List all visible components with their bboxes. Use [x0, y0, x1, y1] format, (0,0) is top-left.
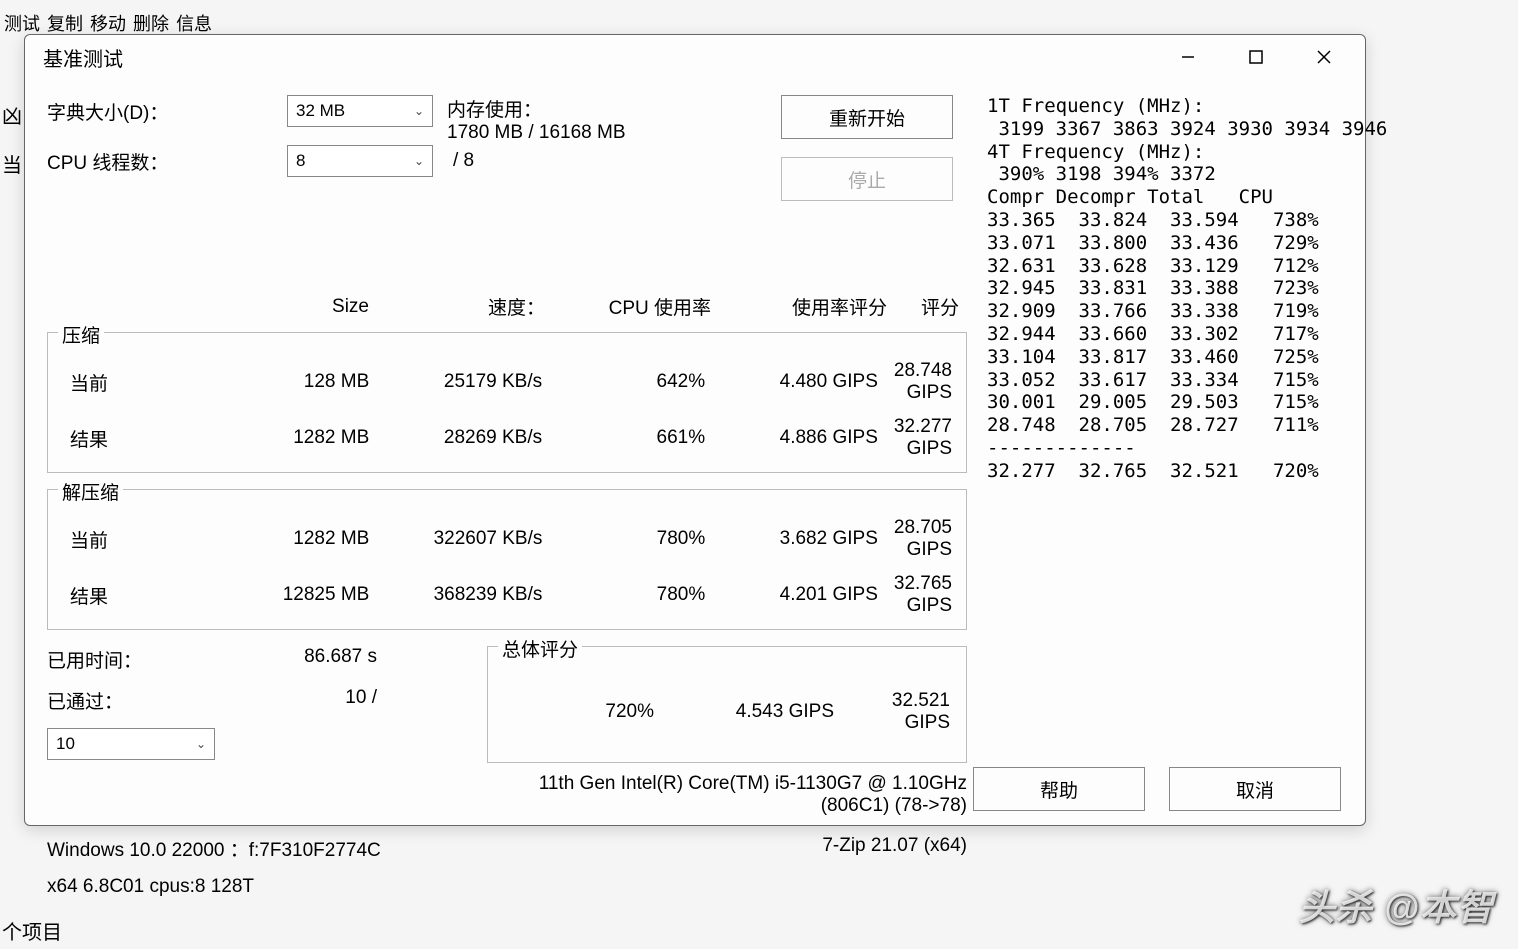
dialog-title: 基准测试 [43, 43, 1143, 72]
passes-dropdown[interactable]: 10 ⌄ [47, 728, 215, 760]
compress-group: 压缩 当前 128 MB 25179 KB/s 642% 4.480 GIPS … [47, 332, 967, 473]
frequency-stats-panel: 1T Frequency (MHz): 3199 3367 3863 3924 … [987, 95, 1387, 805]
elapsed-value: 86.687 s [304, 646, 377, 673]
memory-usage: 内存使用： 1780 MB / 16168 MB [447, 95, 626, 144]
titlebar: 基准测试 [25, 35, 1365, 79]
chevron-down-icon: ⌄ [414, 154, 424, 168]
threads-total: / 8 [453, 150, 474, 172]
elapsed-label: 已用时间： [47, 646, 142, 673]
close-button[interactable] [1301, 41, 1347, 73]
header-row: Size 速度： CPU 使用率 使用率评分 评分 [47, 287, 967, 326]
compress-current-row: 当前 128 MB 25179 KB/s 642% 4.480 GIPS 28.… [54, 354, 960, 410]
build-info: x64 6.8C01 cpus:8 128T [47, 876, 967, 898]
stop-button[interactable]: 停止 [781, 157, 953, 201]
decompress-group: 解压缩 当前 1282 MB 322607 KB/s 780% 3.682 GI… [47, 489, 967, 630]
zip-version: 7-Zip 21.07 (x64) [822, 835, 967, 862]
decompress-result-row: 结果 12825 MB 368239 KB/s 780% 4.201 GIPS … [54, 567, 960, 623]
benchmark-dialog: 基准测试 字典大小(D)： 32 MB ⌄ CPU 线程数： 8 [24, 34, 1366, 826]
decompress-current-row: 当前 1282 MB 322607 KB/s 780% 3.682 GIPS 2… [54, 511, 960, 567]
cpu-threads-dropdown[interactable]: 8 ⌄ [287, 145, 433, 177]
background-bottom-text: 个项目 [2, 916, 62, 945]
cpu-name: 11th Gen Intel(R) Core(TM) i5-1130G7 @ 1… [487, 773, 967, 795]
passed-label: 已通过： [47, 687, 123, 714]
cpu-detail: (806C1) (78->78) [487, 795, 967, 817]
overall-group: 总体评分 720% 4.543 GIPS 32.521 GIPS [487, 646, 967, 763]
os-info: Windows 10.0 22000 ：f:7F310F2774C [47, 835, 381, 862]
compress-result-row: 结果 1282 MB 28269 KB/s 661% 4.886 GIPS 32… [54, 410, 960, 466]
minimize-button[interactable] [1165, 41, 1211, 73]
passed-value: 10 / [345, 687, 377, 714]
watermark: 头杀 @本智 [1299, 879, 1494, 931]
help-button[interactable]: 帮助 [973, 767, 1145, 811]
restart-button[interactable]: 重新开始 [781, 95, 953, 139]
chevron-down-icon: ⌄ [414, 104, 424, 118]
chevron-down-icon: ⌄ [196, 737, 206, 751]
background-menu: 测试 复制 移动 删除 信息 [0, 10, 218, 36]
cpu-threads-label: CPU 线程数： [47, 148, 287, 175]
dict-size-label: 字典大小(D)： [47, 98, 287, 125]
cancel-button[interactable]: 取消 [1169, 767, 1341, 811]
dict-size-dropdown[interactable]: 32 MB ⌄ [287, 95, 433, 127]
background-left-chars: 凶 当 [2, 100, 22, 198]
maximize-button[interactable] [1233, 41, 1279, 73]
